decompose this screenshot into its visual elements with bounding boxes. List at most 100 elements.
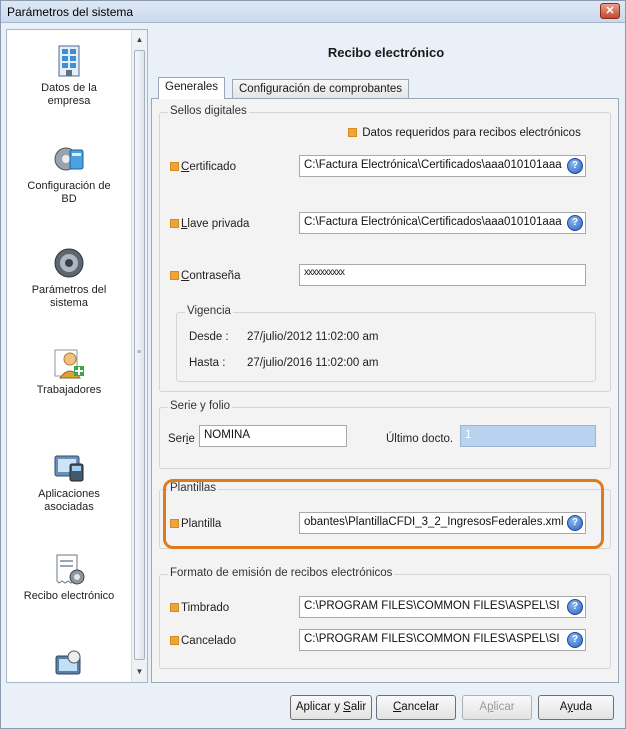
gear-icon [54,248,84,278]
group-formato-emision: Formato de emisión de recibos electrónic… [159,567,611,669]
sidebar-item-label: Datos de la empresa [41,82,97,107]
sidebar-item-recibo-electronico[interactable]: Recibo electrónico [7,552,131,603]
desde-value: 27/julio/2012 11:02:00 am [247,331,379,343]
llave-privada-label: Llave privada [170,218,249,230]
required-marker-icon [170,162,179,172]
ultimo-docto-label: Último docto. [386,433,454,445]
tab-generales[interactable]: Generales [158,77,226,99]
group-title: Formato de emisión de recibos electrónic… [168,567,395,579]
sidebar-item-aplicaciones[interactable]: Aplicaciones asociadas [7,450,131,514]
title-bar: Parámetros del sistema ✕ [1,1,625,23]
timbrado-value: C:\PROGRAM FILES\COMMON FILES\ASPEL\SI [304,600,560,612]
hasta-label: Hasta : [189,357,226,369]
ayuda-button[interactable]: Ayuda [538,695,614,720]
label-text: Cancelado [181,635,236,647]
ultimo-docto-field: 1 [460,425,596,447]
sidebar-item-more[interactable] [7,648,131,682]
label-rest: ertificado [189,161,236,173]
sidebar-item-label: Trabajadores [36,384,102,396]
group-serie-folio: Serie y folio Serie NOMINA Último docto.… [159,400,611,469]
system-parameters-window: Parámetros del sistema ✕ Datos de la emp… [0,0,626,729]
aplicar-y-salir-button[interactable]: Aplicar y Salir [290,695,372,720]
cancelado-label: Cancelado [170,635,236,647]
sidebar-item-trabajadores[interactable]: Trabajadores [7,346,131,397]
timbrado-field[interactable]: C:\PROGRAM FILES\COMMON FILES\ASPEL\SI ? [299,596,586,618]
label-part: Aplicar y [295,701,344,713]
main-panel: Recibo electrónico Generales Configuraci… [151,29,621,683]
tab-configuracion-comprobantes[interactable]: Configuración de comprobantes [232,79,410,99]
help-icon[interactable]: ? [567,158,583,174]
applications-icon [54,455,84,482]
sidebar-item-label: Aplicaciones asociadas [38,488,100,513]
help-icon[interactable]: ? [567,215,583,231]
required-marker-icon [170,603,179,613]
sidebar-item-label: Configuración de BD [27,180,111,205]
help-icon[interactable]: ? [567,632,583,648]
desde-label: Desde : [189,331,229,343]
label-part: A [479,701,488,713]
scroll-thumb[interactable]: ≡ [134,50,145,660]
scroll-up-arrow-icon[interactable]: ▲ [132,32,147,48]
grip-icon: ≡ [137,349,142,356]
group-title: Sellos digitales [168,105,249,117]
help-icon[interactable]: ? [567,599,583,615]
group-title: Plantillas [168,482,219,494]
serie-input[interactable]: NOMINA [199,425,347,447]
scroll-down-arrow-icon[interactable]: ▼ [132,664,147,680]
group-title: Serie y folio [168,400,233,412]
label-rest: lave privada [187,218,250,230]
required-marker-icon [170,219,179,229]
plantilla-field[interactable]: obantes\PlantillaCFDI_3_2_IngresosFedera… [299,512,586,534]
timbrado-label: Timbrado [170,602,229,614]
window-title: Parámetros del sistema [7,5,134,19]
cancelar-button[interactable]: Cancelar [376,695,456,720]
label-part: e [188,433,195,445]
required-marker-icon [348,128,357,138]
label-text: Plantilla [181,518,222,530]
plantilla-label: Plantilla [170,518,221,530]
label-part: licar [493,701,515,713]
required-note-text: Datos requeridos para recibos electrónic… [362,127,581,139]
receipt-icon [56,554,85,585]
serie-label: Serie [168,433,195,445]
label-part: ancelar [401,701,440,713]
database-gear-icon [54,147,84,171]
required-note: Datos requeridos para recibos electrónic… [348,127,581,139]
sidebar-item-parametros-sistema[interactable]: Parámetros del sistema [7,246,131,310]
sidebar-item-label: Recibo electrónico [23,590,115,602]
label-text: Timbrado [181,602,230,614]
page-title: Recibo electrónico [327,45,445,60]
llave-privada-field[interactable]: C:\Factura Electrónica\Certificados\aaa0… [299,212,586,234]
sidebar-item-configuracion-bd[interactable]: Configuración de BD [7,142,131,206]
building-icon [58,45,80,77]
contrasena-field[interactable]: xxxxxxxxxx [299,264,586,286]
required-marker-icon [170,636,179,646]
sidebar-item-label: Parámetros del sistema [31,284,107,309]
llave-value: C:\Factura Electrónica\Certificados\aaa0… [304,216,562,228]
certificado-field[interactable]: C:\Factura Electrónica\Certificados\aaa0… [299,155,586,177]
plantilla-value: obantes\PlantillaCFDI_3_2_IngresosFedera… [304,516,564,528]
cancelado-field[interactable]: C:\PROGRAM FILES\COMMON FILES\ASPEL\SI ? [299,629,586,651]
workers-icon [54,349,84,379]
required-marker-icon [170,271,179,281]
label-rest: ontraseña [189,270,241,282]
certificado-label: Certificado [170,161,236,173]
group-sellos-digitales: Sellos digitales Datos requeridos para r… [159,105,611,392]
monitor-icon [55,650,81,675]
close-button[interactable]: ✕ [600,3,620,19]
required-marker-icon [170,519,179,529]
group-title: Vigencia [185,305,233,317]
contrasena-label: Contraseña [170,270,240,282]
label-part: Ser [168,433,186,445]
aplicar-button[interactable]: Aplicar [462,695,532,720]
hasta-value: 27/julio/2016 11:02:00 am [247,357,379,369]
sidebar-item-datos-empresa[interactable]: Datos de la empresa [7,44,131,108]
sidebar: Datos de la empresa Configuración de BD … [6,29,148,683]
accesskey: S [343,701,351,713]
tab-panel-generales: Sellos digitales Datos requeridos para r… [151,98,619,683]
group-plantillas: Plantillas Plantilla obantes\PlantillaCF… [159,482,611,549]
help-icon[interactable]: ? [567,515,583,531]
certificado-value: C:\Factura Electrónica\Certificados\aaa0… [304,159,562,171]
sidebar-scrollbar[interactable]: ▲ ≡ ▼ [131,30,147,682]
label-part: uda [573,701,593,713]
